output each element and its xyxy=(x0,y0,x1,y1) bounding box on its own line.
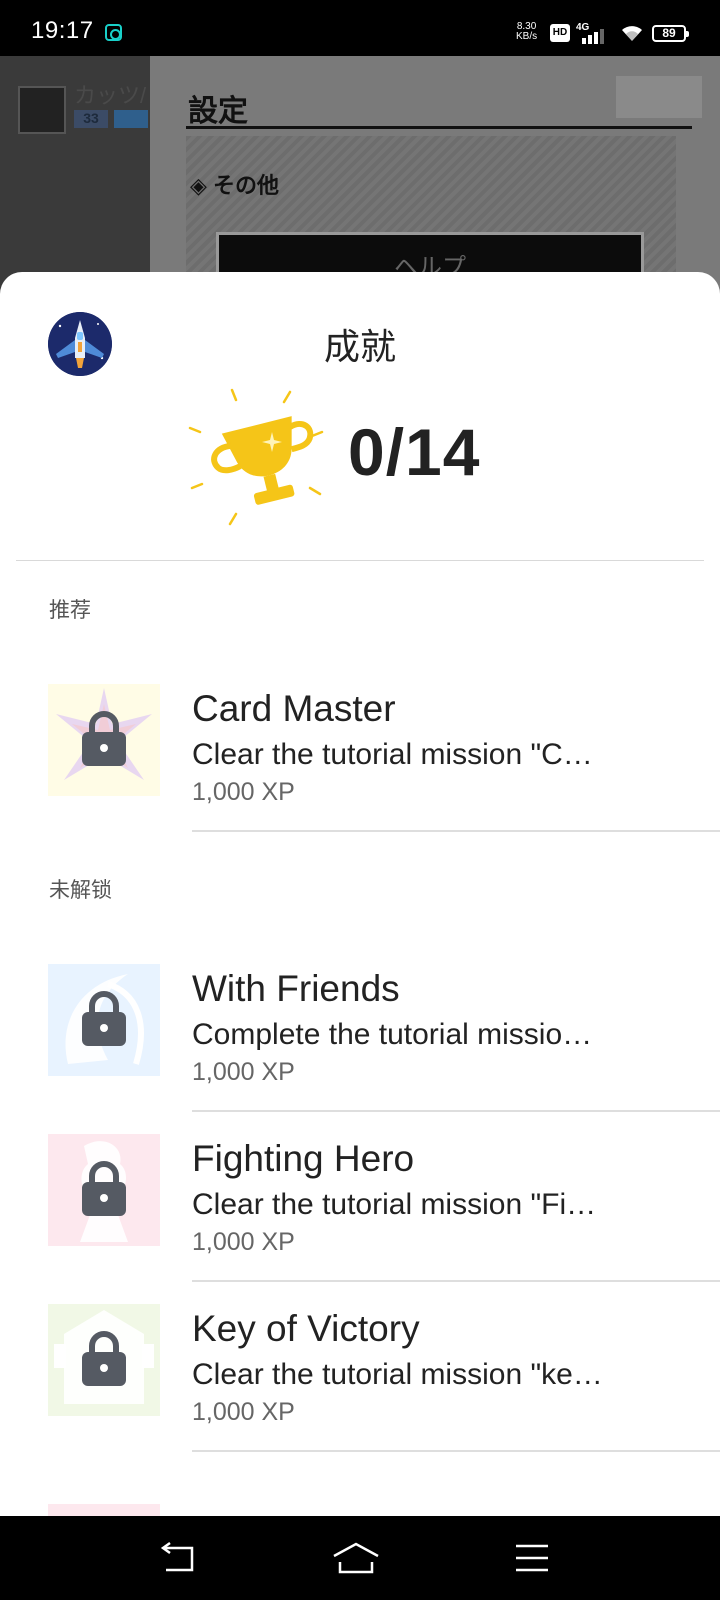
achievement-thumbnail xyxy=(48,1304,160,1416)
player-name: カッツ/ xyxy=(74,83,147,108)
lock-icon xyxy=(82,1331,126,1386)
back-icon[interactable] xyxy=(158,1538,198,1578)
battery-icon: 89 xyxy=(652,25,689,42)
lock-icon xyxy=(82,991,126,1046)
achievement-description: Complete the tutorial missio… xyxy=(192,1018,593,1051)
achievement-xp: 1,000 XP xyxy=(192,1398,295,1426)
achievement-xp: 1,000 XP xyxy=(192,1228,295,1256)
navigation-bar xyxy=(0,1516,720,1600)
achievement-key-of-victory[interactable]: Key of Victory Clear the tutorial missio… xyxy=(0,1304,720,1474)
achievement-description: Clear the tutorial mission "Fi… xyxy=(192,1188,597,1221)
achievement-name: Card Master xyxy=(192,688,396,729)
achievement-name: With Friends xyxy=(192,968,400,1009)
player-exp-bar xyxy=(114,110,148,128)
row-divider xyxy=(192,1280,720,1282)
top-right-button xyxy=(616,76,702,118)
achievement-with-friends[interactable]: With Friends Complete the tutorial missi… xyxy=(0,964,720,1134)
row-divider xyxy=(192,830,720,832)
row-divider xyxy=(192,1110,720,1112)
achievement-description: Clear the tutorial mission "ke… xyxy=(192,1358,603,1391)
hd-icon: HD xyxy=(550,24,570,42)
achievement-score: 0/14 xyxy=(348,415,481,489)
player-level: 33 xyxy=(74,110,108,128)
next-achievement-thumbnail-partial xyxy=(48,1504,160,1516)
network-speed: 8.30 KB/s xyxy=(516,21,538,42)
settings-title-underline xyxy=(186,126,692,129)
menu-icon[interactable] xyxy=(512,1538,552,1578)
section-locked: 未解锁 xyxy=(49,879,112,902)
lock-icon xyxy=(82,1161,126,1216)
home-icon[interactable] xyxy=(332,1538,380,1578)
status-time: 19:17 xyxy=(31,17,94,44)
wifi-icon xyxy=(622,26,642,41)
achievement-thumbnail xyxy=(48,684,160,796)
row-divider xyxy=(192,1450,720,1452)
achievement-name: Key of Victory xyxy=(192,1308,420,1349)
achievement-xp: 1,000 XP xyxy=(192,778,295,806)
achievements-sheet: 成就 0/14 推荐 Card Master Clear the tutoria… xyxy=(0,272,720,1516)
header-divider xyxy=(16,560,704,561)
achievement-xp: 1,000 XP xyxy=(192,1058,295,1086)
achievement-card-master[interactable]: Card Master Clear the tutorial mission "… xyxy=(0,684,720,854)
status-bar: 19:17 8.30 KB/s HD 4G 89 xyxy=(0,0,720,56)
settings-title: 設定 xyxy=(188,95,248,128)
achievement-thumbnail xyxy=(48,1134,160,1246)
cellular-signal-icon: 4G xyxy=(576,22,610,44)
achievement-fighting-hero[interactable]: Fighting Hero Clear the tutorial mission… xyxy=(0,1134,720,1304)
trophy-icon xyxy=(188,388,324,526)
achievement-description: Clear the tutorial mission "C… xyxy=(192,738,593,771)
sheet-title: 成就 xyxy=(323,326,396,367)
player-avatar xyxy=(18,86,66,134)
achievement-thumbnail xyxy=(48,964,160,1076)
lock-icon xyxy=(82,711,126,766)
notification-app-icon xyxy=(105,24,122,41)
section-recommended: 推荐 xyxy=(49,599,91,622)
background-game-screen: カッツ/ 33 設定 ◈ その他 ヘルプ xyxy=(0,56,720,296)
achievement-name: Fighting Hero xyxy=(192,1138,415,1179)
other-section-label: ◈ その他 xyxy=(190,173,280,198)
